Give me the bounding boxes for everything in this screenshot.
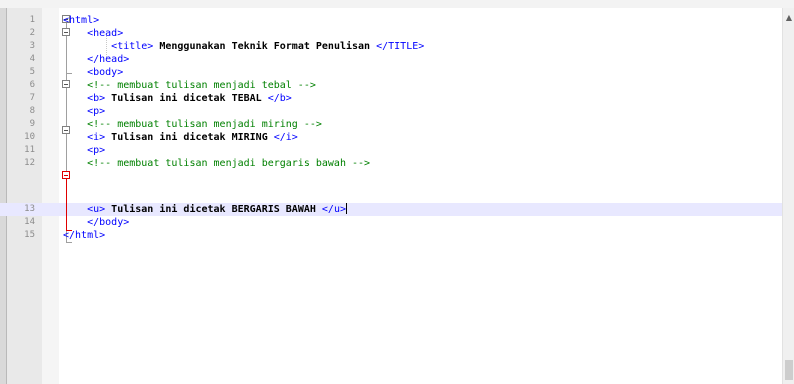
text-token: Tulisan ini dicetak BERGARIS BAWAH: [105, 204, 322, 215]
code-line[interactable]: <i> Tulisan ini dicetak MIRING </i>: [63, 131, 298, 144]
line-number: 13: [24, 204, 35, 214]
line-number: 4: [29, 54, 35, 64]
code-line[interactable]: <!-- membuat tulisan menjadi tebal -->: [63, 79, 316, 92]
html-tag-token: </u>: [321, 204, 346, 215]
fold-toggle-p-2[interactable]: [62, 171, 70, 179]
comment-token: <!-- membuat tulisan menjadi bergaris ba…: [87, 158, 371, 169]
code-line[interactable]: <!-- membuat tulisan menjadi miring -->: [63, 118, 322, 131]
html-tag-token: <html>: [63, 15, 100, 26]
code-editor: 1 2 3 4 5 6 7 8 9 10 11 12 13 14 15 <htm…: [0, 0, 794, 384]
code-line[interactable]: </body>: [63, 216, 129, 229]
line-number: 15: [24, 230, 35, 240]
html-tag-token: <title>: [111, 41, 154, 52]
line-number: 12: [24, 158, 35, 168]
code-line[interactable]: <title> Menggunakan Teknik Format Penuli…: [63, 40, 424, 53]
line-number: 7: [29, 93, 35, 103]
html-tag-token: </TITLE>: [376, 41, 425, 52]
html-tag-token: <p>: [87, 106, 106, 117]
code-line[interactable]: <b> Tulisan ini dicetak TEBAL </b>: [63, 92, 292, 105]
vertical-scrollbar[interactable]: ▲: [782, 8, 794, 384]
html-tag-token: </html>: [63, 230, 106, 241]
comment-token: <!-- membuat tulisan menjadi miring -->: [87, 119, 322, 130]
fold-margin: [42, 8, 59, 384]
line-number: 2: [29, 28, 35, 38]
text-area[interactable]: [59, 8, 782, 384]
text-caret: [346, 203, 347, 214]
html-tag-token: <head>: [87, 28, 124, 39]
fold-end-html: [66, 242, 72, 243]
html-tag-token: <body>: [87, 67, 124, 78]
scrollbar-thumb[interactable]: [785, 360, 793, 380]
code-line[interactable]: <!-- membuat tulisan menjadi bergaris ba…: [63, 157, 370, 170]
line-number: 6: [29, 80, 35, 90]
line-number: 11: [24, 145, 35, 155]
html-tag-token: <b>: [87, 93, 106, 104]
window-left-border: [0, 8, 7, 384]
line-number: 3: [29, 41, 35, 51]
line-number: 9: [29, 119, 35, 129]
text-token: Tulisan ini dicetak TEBAL: [105, 93, 268, 104]
html-tag-token: </i>: [273, 132, 298, 143]
code-line[interactable]: <p>: [63, 105, 105, 118]
code-line[interactable]: <html>: [63, 14, 99, 27]
code-line-current[interactable]: <u> Tulisan ini dicetak BERGARIS BAWAH <…: [63, 203, 347, 216]
html-tag-token: </body>: [87, 217, 130, 228]
code-line[interactable]: </html>: [63, 229, 105, 242]
html-tag-token: <i>: [87, 132, 106, 143]
chevron-up-icon[interactable]: ▲: [785, 14, 793, 22]
code-line[interactable]: </head>: [63, 53, 129, 66]
line-number: 1: [29, 15, 35, 25]
comment-token: <!-- membuat tulisan menjadi tebal -->: [87, 80, 316, 91]
html-tag-token: <u>: [87, 204, 106, 215]
line-number: 14: [24, 217, 35, 227]
html-tag-token: <p>: [87, 145, 106, 156]
code-line[interactable]: <head>: [63, 27, 123, 40]
code-line[interactable]: <p>: [63, 144, 105, 157]
code-line[interactable]: <body>: [63, 66, 123, 79]
line-number: 5: [29, 67, 35, 77]
text-token: Menggunakan Teknik Format Penulisan: [153, 41, 377, 52]
line-number: 8: [29, 106, 35, 116]
text-token: Tulisan ini dicetak MIRING: [105, 132, 274, 143]
line-number: 10: [24, 132, 35, 142]
html-tag-token: </head>: [87, 54, 130, 65]
html-tag-token: </b>: [267, 93, 292, 104]
